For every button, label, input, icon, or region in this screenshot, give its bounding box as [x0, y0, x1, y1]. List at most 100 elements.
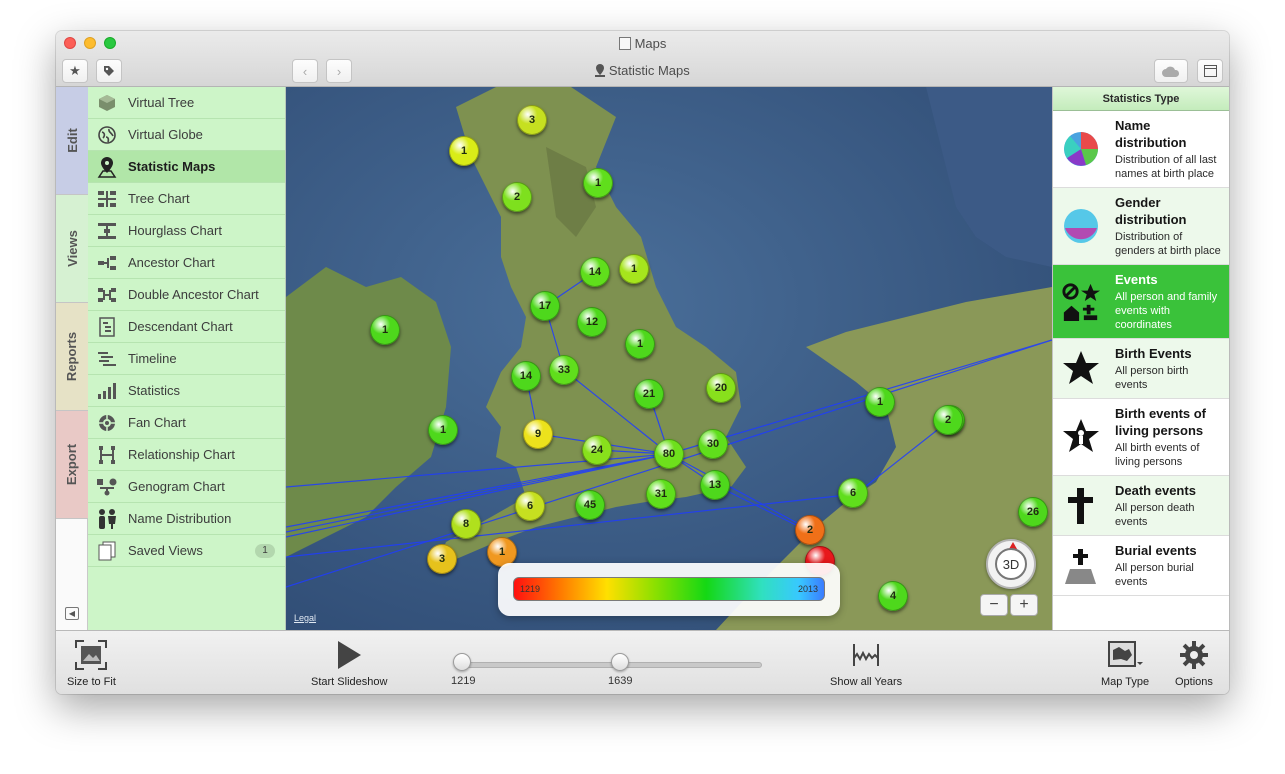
map-cluster-marker[interactable]: 17 — [530, 291, 560, 321]
slider-value-knob[interactable] — [611, 653, 630, 671]
virtual-tree-icon — [96, 93, 118, 113]
map-cluster-marker[interactable]: 20 — [706, 373, 736, 403]
map-cluster-marker[interactable]: 13 — [700, 470, 730, 500]
map-cluster-marker[interactable]: 1 — [449, 136, 479, 166]
sidebar-item-label: Hourglass Chart — [128, 223, 222, 238]
legal-link[interactable]: Legal — [294, 613, 316, 623]
sidebar-item-fan-chart[interactable]: Fan Chart — [88, 407, 285, 439]
map-type-button[interactable]: Map Type — [1101, 637, 1149, 688]
sidebar-item-label: Genogram Chart — [128, 479, 225, 494]
sidebar-item-relationship-chart[interactable]: Relationship Chart — [88, 439, 285, 471]
statistics-type-title: Birth events of living persons — [1115, 406, 1207, 438]
statistics-type-description: All person and family events with coordi… — [1115, 291, 1218, 331]
statistics-type-description: All person death events — [1115, 502, 1195, 528]
view-title: Statistic Maps — [56, 63, 1229, 78]
sidebar-item-label: Tree Chart — [128, 191, 190, 206]
map-cluster-marker[interactable]: 2 — [795, 515, 825, 545]
map-cluster-marker[interactable]: 26 — [1018, 497, 1048, 527]
zoom-in-button[interactable]: + — [1010, 594, 1038, 616]
show-all-years-button[interactable]: Show all Years — [830, 637, 902, 688]
sidebar-item-tree-chart[interactable]: Tree Chart — [88, 183, 285, 215]
collapse-sidebar-button[interactable]: ◀ — [65, 607, 79, 620]
map-cluster-marker[interactable]: 45 — [575, 490, 605, 520]
start-slideshow-button[interactable]: Start Slideshow — [311, 637, 387, 688]
size-to-fit-button[interactable]: Size to Fit — [67, 637, 116, 688]
map-cluster-marker[interactable]: 1 — [625, 329, 655, 359]
statistics-type-title: Name distribution — [1115, 118, 1187, 150]
sidebar-item-label: Fan Chart — [128, 415, 186, 430]
tab-export[interactable]: Export — [56, 411, 88, 519]
map-cluster-marker[interactable]: 6 — [838, 478, 868, 508]
map-cluster-marker[interactable]: 9 — [523, 419, 553, 449]
statistics-type-item-name-distribution[interactable]: Name distribution Distribution of all las… — [1053, 111, 1229, 188]
sidebar-item-statistics[interactable]: Statistics — [88, 375, 285, 407]
statistics-type-item-birth-events[interactable]: Birth Events All person birth events — [1053, 339, 1229, 399]
map-cluster-marker[interactable]: 3 — [427, 544, 457, 574]
map-cluster-marker[interactable]: 1 — [865, 387, 895, 417]
tab-reports-label: Reports — [64, 331, 80, 382]
sidebar-item-double-ancestor-chart[interactable]: Double Ancestor Chart — [88, 279, 285, 311]
statistics-type-item-burial-events[interactable]: Burial events All person burial events — [1053, 536, 1229, 596]
tab-edit-label: Edit — [64, 128, 80, 153]
statistics-type-item-birth-events-of-living-persons[interactable]: Birth events of living persons All birth … — [1053, 399, 1229, 476]
compass-3d-control[interactable]: 3D — [986, 539, 1036, 589]
size-to-fit-icon — [75, 637, 108, 673]
sidebar-item-label: Statistic Maps — [128, 159, 216, 174]
map-cluster-marker[interactable]: 3 — [517, 105, 547, 135]
start-slideshow-label: Start Slideshow — [311, 676, 388, 688]
tab-edit[interactable]: Edit — [56, 87, 88, 195]
map-cluster-marker[interactable]: 80 — [654, 439, 684, 469]
map-cluster-marker[interactable]: 6 — [515, 491, 545, 521]
sidebar-item-timeline[interactable]: Timeline — [88, 343, 285, 375]
views-sidebar: Virtual Tree Virtual Globe Statistic Maps T… — [88, 87, 286, 630]
statistics-type-description: All person burial events — [1115, 562, 1194, 588]
statistics-type-item-events[interactable]: Events All person and family events with … — [1053, 265, 1229, 339]
title-bar: Maps ★ ‹ › Statistic Maps — [56, 31, 1229, 87]
sidebar-item-genogram-chart[interactable]: Genogram Chart — [88, 471, 285, 503]
sidebar-item-saved-views[interactable]: Saved Views 1 — [88, 535, 285, 567]
cloud-button[interactable] — [1154, 59, 1188, 83]
options-button[interactable]: Options — [1175, 637, 1213, 688]
map-cluster-marker[interactable]: 12 — [577, 307, 607, 337]
tab-reports[interactable]: Reports — [56, 303, 88, 411]
statistics-type-item-death-events[interactable]: Death events All person death events — [1053, 476, 1229, 536]
zoom-out-button[interactable]: − — [980, 594, 1008, 616]
map-cluster-marker[interactable]: 2 — [502, 182, 532, 212]
sidebar-item-hourglass-chart[interactable]: Hourglass Chart — [88, 215, 285, 247]
panel-icon — [1203, 65, 1217, 77]
star-person-icon — [1061, 417, 1101, 457]
map-cluster-marker[interactable]: 1 — [428, 415, 458, 445]
statistics-type-description: Distribution of genders at birth place — [1115, 231, 1221, 257]
play-icon — [336, 637, 362, 673]
map-cluster-marker[interactable]: 30 — [698, 429, 728, 459]
map-cluster-marker[interactable]: 14 — [511, 361, 541, 391]
map-cluster-marker[interactable]: 21 — [634, 379, 664, 409]
tab-views[interactable]: Views — [56, 195, 88, 303]
map-cluster-marker[interactable]: 1 — [619, 254, 649, 284]
map-cluster-marker[interactable]: 24 — [582, 435, 612, 465]
slider-min-knob[interactable] — [453, 653, 471, 671]
sidebar-toggle-button[interactable] — [1197, 59, 1223, 83]
map-cluster-marker[interactable]: 1 — [583, 168, 613, 198]
map-cluster-marker[interactable]: 2 — [933, 405, 963, 435]
map-cluster-marker[interactable]: 33 — [549, 355, 579, 385]
statistics-type-item-gender-distribution[interactable]: Gender distribution Distribution of gende… — [1053, 188, 1229, 265]
sidebar-item-virtual-tree[interactable]: Virtual Tree — [88, 87, 285, 119]
sidebar-item-descendant-chart[interactable]: Descendant Chart — [88, 311, 285, 343]
sidebar-item-statistic-maps[interactable]: Statistic Maps — [88, 151, 285, 183]
slider-value-label: 1639 — [608, 675, 633, 687]
3d-button[interactable]: 3D — [995, 548, 1027, 580]
sidebar-item-virtual-globe[interactable]: Virtual Globe — [88, 119, 285, 151]
sidebar-item-name-distribution[interactable]: Name Distribution — [88, 503, 285, 535]
tab-views-label: Views — [64, 230, 80, 267]
map-cluster-marker[interactable]: 14 — [580, 257, 610, 287]
map-cluster-marker[interactable]: 1 — [370, 315, 400, 345]
sidebar-item-ancestor-chart[interactable]: Ancestor Chart — [88, 247, 285, 279]
sidebar-item-label: Double Ancestor Chart — [128, 287, 259, 302]
map-cluster-marker[interactable]: 4 — [878, 581, 908, 611]
map-cluster-marker[interactable]: 31 — [646, 479, 676, 509]
map-pin-icon — [96, 156, 118, 178]
show-all-years-label: Show all Years — [830, 676, 903, 688]
map-view[interactable]: 3121141171211143321201924803012133145681… — [286, 87, 1052, 630]
map-cluster-marker[interactable]: 8 — [451, 509, 481, 539]
